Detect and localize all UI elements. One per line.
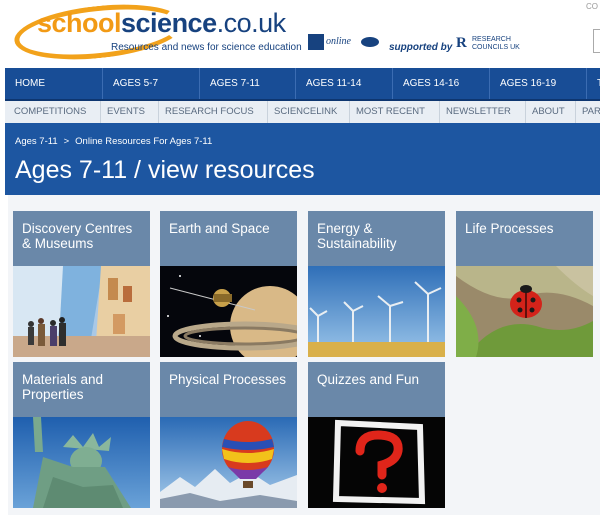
wind-turbines-image xyxy=(308,266,445,357)
saturn-spacecraft-image xyxy=(160,266,297,357)
site-tagline: Resources and news for science education xyxy=(111,42,302,53)
left-gutter xyxy=(0,195,8,515)
hot-air-balloon-image xyxy=(160,417,297,508)
museum-gallery-image xyxy=(13,266,150,357)
tile-discovery-centres[interactable]: Discovery Centres & Museums xyxy=(13,211,150,357)
title-band: Ages 7-11 > Online Resources For Ages 7-11… xyxy=(5,123,600,195)
question-mark-image xyxy=(308,417,445,508)
breadcrumb-ages-7-11[interactable]: Ages 7-11 xyxy=(15,136,58,147)
breadcrumb: Ages 7-11 > Online Resources For Ages 7-11 xyxy=(15,136,218,147)
ladybird-on-leaf-image xyxy=(456,266,593,357)
research-councils-icon: R xyxy=(456,35,467,51)
tile-materials-properties[interactable]: Materials and Properties xyxy=(13,362,150,508)
nav-ages-11-14[interactable]: AGES 11-14 xyxy=(295,68,361,99)
tile-earth-and-space[interactable]: Earth and Space xyxy=(160,211,297,357)
tile-label: Life Processes xyxy=(456,211,593,266)
research-councils-logo[interactable]: RESEARCH COUNCILS UK xyxy=(472,36,520,52)
site-header: schoolscience.co.uk Resources and news f… xyxy=(0,0,600,68)
rc-line1: RESEARCH xyxy=(472,36,511,43)
logo-text-science: science xyxy=(121,8,217,38)
tile-label: Energy & Sustainability xyxy=(308,211,445,266)
tile-label: Materials and Properties xyxy=(13,362,150,417)
nav-ages-5-7[interactable]: AGES 5-7 xyxy=(102,68,158,99)
rc-line2: COUNCILS UK xyxy=(472,44,520,51)
secondary-nav: COMPETITIONS EVENTS RESEARCH FOCUS SCIEN… xyxy=(5,101,600,124)
statue-of-liberty-image xyxy=(13,417,150,508)
nav-partners[interactable]: PAR xyxy=(575,101,600,123)
breadcrumb-separator: > xyxy=(63,136,70,147)
mouse-icon xyxy=(361,37,379,47)
partner-online-label: online xyxy=(326,36,351,47)
nav-newsletter[interactable]: NEWSLETTER xyxy=(439,101,511,123)
nav-competitions[interactable]: COMPETITIONS xyxy=(5,101,86,123)
tile-energy-sustainability[interactable]: Energy & Sustainability xyxy=(308,211,445,357)
tile-quizzes-fun[interactable]: Quizzes and Fun xyxy=(308,362,445,508)
nav-events[interactable]: EVENTS xyxy=(100,101,145,123)
nav-sciencelink[interactable]: SCIENCELINK xyxy=(267,101,337,123)
nav-ages-14-16[interactable]: AGES 14-16 xyxy=(392,68,459,99)
site-logo[interactable]: schoolscience.co.uk xyxy=(37,8,286,38)
nav-research-focus[interactable]: RESEARCH FOCUS xyxy=(158,101,254,123)
tile-label: Quizzes and Fun xyxy=(308,362,445,417)
tile-label: Discovery Centres & Museums xyxy=(13,211,150,266)
primary-nav: HOME AGES 5-7 AGES 7-11 AGES 11-14 AGES … xyxy=(5,68,600,101)
nav-ages-16-19[interactable]: AGES 16-19 xyxy=(489,68,556,99)
nav-home[interactable]: HOME xyxy=(5,68,45,99)
tile-label: Physical Processes xyxy=(160,362,297,417)
corner-link[interactable]: CO xyxy=(586,2,598,11)
partner-logo-icon xyxy=(308,34,324,50)
nav-most-recent[interactable]: MOST RECENT xyxy=(349,101,425,123)
tile-life-processes[interactable]: Life Processes xyxy=(456,211,593,357)
search-input[interactable] xyxy=(593,29,600,53)
logo-text-school: school xyxy=(37,8,122,38)
breadcrumb-current[interactable]: Online Resources For Ages 7-11 xyxy=(75,136,212,147)
supported-by-label: supported by xyxy=(389,42,453,53)
nav-about[interactable]: ABOUT xyxy=(525,101,565,123)
tile-physical-processes[interactable]: Physical Processes xyxy=(160,362,297,508)
logo-text-domain: .co.uk xyxy=(216,8,287,38)
tile-label: Earth and Space xyxy=(160,211,297,266)
nav-overflow[interactable]: T xyxy=(586,68,600,99)
page-title: Ages 7-11 / view resources xyxy=(15,156,315,184)
nav-ages-7-11[interactable]: AGES 7-11 xyxy=(199,68,260,99)
resources-area: Discovery Centres & Museums Earth and Sp… xyxy=(0,195,600,515)
